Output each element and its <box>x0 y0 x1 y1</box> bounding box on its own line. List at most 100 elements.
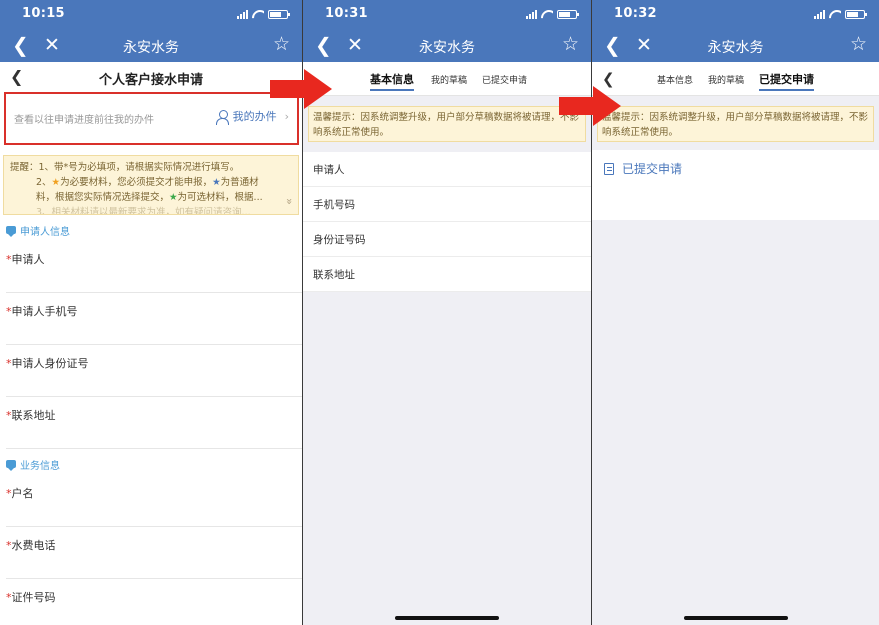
star-normal-icon: ★ <box>212 177 221 188</box>
status-icons <box>814 10 867 19</box>
nav-title: 永安水务 <box>419 40 475 56</box>
star-icon[interactable]: ☆ <box>273 33 290 55</box>
section-business: 业务信息 <box>0 453 302 475</box>
my-items-link[interactable]: 我的办件 › <box>215 108 289 125</box>
submitted-link[interactable]: 已提交申请 <box>604 160 682 177</box>
status-time: 10:32 <box>614 6 657 21</box>
submitted-section: 已提交申请 <box>592 150 879 220</box>
chevron-right-icon: › <box>284 109 289 123</box>
field-label-text: 申请人手机号 <box>11 305 78 318</box>
star-icon[interactable]: ☆ <box>562 33 579 55</box>
progress-hint: 查看以往申请进度前往我的办件 <box>14 115 154 126</box>
field-label: *申请人身份证号 <box>6 355 89 371</box>
form-field[interactable]: *申请人手机号 <box>6 293 302 345</box>
notice-line-1: 提醒：1、带*号为必填项，请根据实际情况进行填写。 <box>10 162 240 173</box>
chat-bubble-icon <box>6 226 16 237</box>
tab-bar: 基本信息 我的草稿 已提交申请 <box>303 62 591 96</box>
expand-icon[interactable]: » <box>282 198 297 205</box>
star-icon[interactable]: ☆ <box>850 33 867 55</box>
document-icon <box>604 162 614 175</box>
signal-icon <box>237 10 248 19</box>
signal-icon <box>526 10 537 19</box>
field-label: *户名 <box>6 485 34 501</box>
page-header: ❮ 个人客户接水申请 <box>0 62 302 92</box>
list-item[interactable]: 手机号码 <box>303 187 591 222</box>
wifi-icon <box>829 10 841 19</box>
tab-submitted[interactable]: 已提交申请 <box>482 73 527 86</box>
progress-entry-box[interactable]: 查看以往申请进度前往我的办件 我的办件 › <box>4 92 299 145</box>
notice-line-2: 2、★为必要材料，您必须提交才能申报，★为普通材 <box>10 175 292 190</box>
field-label: *联系地址 <box>6 407 56 423</box>
list-item[interactable]: 联系地址 <box>303 257 591 292</box>
nav-bar: ❮ ✕ 永安水务 ☆ <box>303 30 591 62</box>
warm-tip-notice: 温馨提示：因系统调整升级，用户部分草稿数据将被请理，不影响系统正常使用。 <box>597 106 874 142</box>
field-label-text: 联系地址 <box>11 409 56 422</box>
notice-line-4: 3、相关材料请以最新要求为准，如有疑问请咨询... <box>36 207 251 215</box>
form-field[interactable]: *水费电话 <box>6 527 302 579</box>
reminder-notice: 提醒：1、带*号为必填项，请根据实际情况进行填写。 2、★为必要材料，您必须提交… <box>3 155 299 215</box>
notice-text: 为可选材料，根据... <box>177 192 263 203</box>
field-label-text: 申请人身份证号 <box>11 357 89 370</box>
nav-bar: ❮ ✕ 永安水务 ☆ <box>0 30 302 62</box>
chat-bubble-icon <box>6 460 16 471</box>
arrow-right-icon <box>270 69 332 109</box>
screen-application-form: 10:15 ❮ ✕ 永安水务 ☆ ❮ 个人客户接水申请 查看以往申请进度前往我的… <box>0 0 302 625</box>
status-bar: 10:31 <box>303 0 591 30</box>
field-label-text: 证件号码 <box>11 591 56 604</box>
list-item[interactable]: 身份证号码 <box>303 222 591 257</box>
submitted-label: 已提交申请 <box>622 162 683 176</box>
warm-tip-notice: 温馨提示：因系统调整升级，用户部分草稿数据将被请理，不影响系统正常使用。 <box>308 106 586 142</box>
tab-basic-info[interactable]: 基本信息 <box>657 73 693 86</box>
tab-basic-info[interactable]: 基本信息 <box>370 71 414 91</box>
list-item[interactable]: 申请人 <box>303 152 591 187</box>
composite-screenshot: 10:15 ❮ ✕ 永安水务 ☆ ❮ 个人客户接水申请 查看以往申请进度前往我的… <box>0 0 879 625</box>
screen-submitted: 10:32 ❮ ✕ 永安水务 ☆ ❮ 基本信息 我的草稿 已提交申请 温馨提示：… <box>592 0 879 625</box>
field-label: *申请人 <box>6 251 45 267</box>
notice-text: 料，根据您实际情况选择提交， <box>36 192 170 203</box>
form-field[interactable]: *证件号码 <box>6 579 302 625</box>
tab-submitted[interactable]: 已提交申请 <box>759 71 814 91</box>
home-indicator <box>683 616 788 620</box>
my-items-label: 我的办件 <box>232 110 277 123</box>
star-optional-icon: ★ <box>169 192 178 203</box>
form-field[interactable]: *联系地址 <box>6 397 302 449</box>
tab-my-drafts[interactable]: 我的草稿 <box>431 73 467 86</box>
field-label-text: 申请人 <box>11 253 45 266</box>
field-label: *申请人手机号 <box>6 303 78 319</box>
battery-icon <box>845 10 867 19</box>
status-icons <box>237 10 290 19</box>
form-field[interactable]: *申请人身份证号 <box>6 345 302 397</box>
status-bar: 10:32 <box>592 0 879 30</box>
nav-title: 永安水务 <box>707 40 764 56</box>
form-field[interactable]: *申请人 <box>6 241 302 293</box>
screen-basic-info: 10:31 ❮ ✕ 永安水务 ☆ 基本信息 我的草稿 已提交申请 温馨提示：因系… <box>303 0 591 625</box>
status-time: 10:31 <box>325 6 368 21</box>
field-label-text: 水费电话 <box>11 539 56 552</box>
arrow-right-icon <box>559 86 621 126</box>
info-list: 申请人 手机号码 身份证号码 联系地址 <box>303 152 591 292</box>
notice-text: 为普通材 <box>220 177 259 188</box>
status-bar: 10:15 <box>0 0 302 30</box>
signal-icon <box>814 10 825 19</box>
form-field[interactable]: *户名 <box>6 475 302 527</box>
notice-text: 2、 <box>36 177 52 188</box>
field-label: *证件号码 <box>6 589 56 605</box>
home-indicator <box>395 616 499 620</box>
tab-my-drafts[interactable]: 我的草稿 <box>708 73 744 86</box>
notice-line-3: 料，根据您实际情况选择提交，★为可选材料，根据... <box>10 190 292 205</box>
section-applicant: 申请人信息 <box>0 219 302 241</box>
field-label-text: 户名 <box>11 487 34 500</box>
battery-icon <box>268 10 290 19</box>
battery-icon <box>557 10 579 19</box>
wifi-icon <box>252 10 264 19</box>
status-icons <box>526 10 579 19</box>
nav-bar: ❮ ✕ 永安水务 ☆ <box>592 30 879 62</box>
notice-text: 为必要材料，您必须提交才能申报， <box>60 177 213 188</box>
status-time: 10:15 <box>22 6 65 21</box>
page-title: 个人客户接水申请 <box>98 73 203 88</box>
field-label: *水费电话 <box>6 537 56 553</box>
star-required-icon: ★ <box>51 177 61 188</box>
section-title: 申请人信息 <box>20 226 70 238</box>
section-title: 业务信息 <box>20 460 60 472</box>
tab-bar: ❮ 基本信息 我的草稿 已提交申请 <box>592 62 879 96</box>
